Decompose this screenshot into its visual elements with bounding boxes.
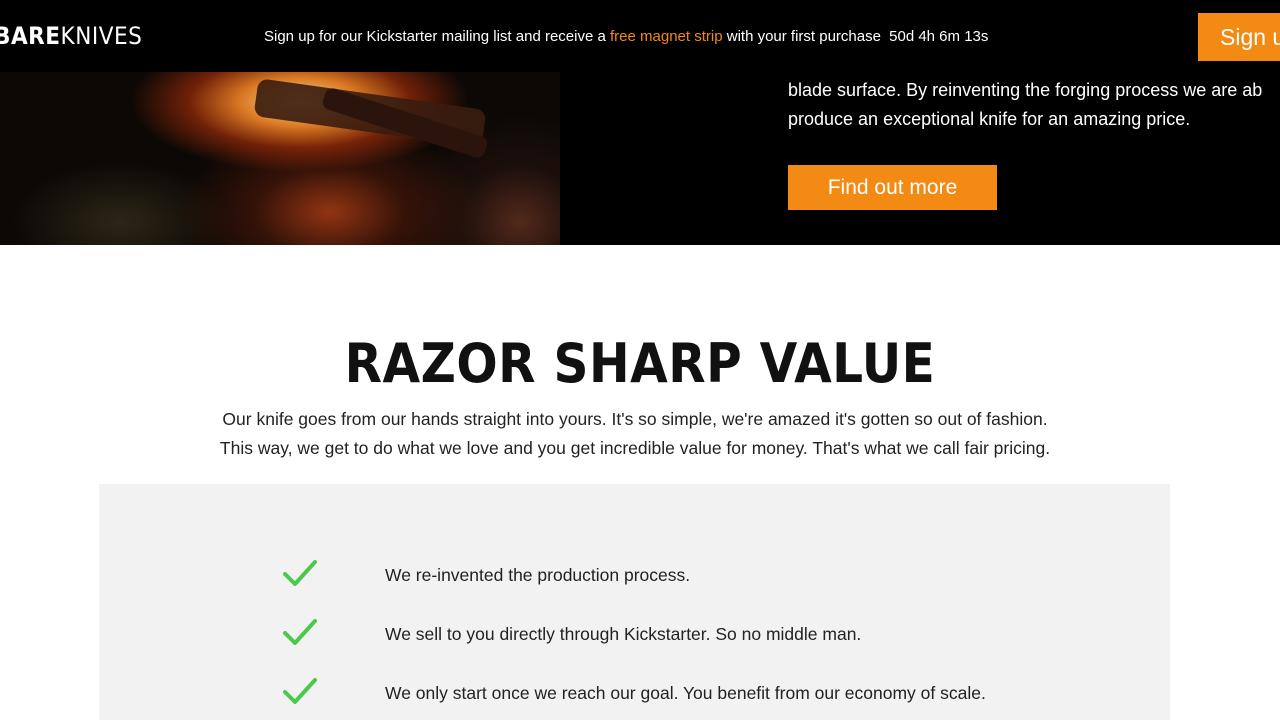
countdown-timer: 50d 4h 6m 13s [889,28,989,45]
benefit-item: We re-invented the production process. [99,555,1170,595]
promo-highlight: free magnet strip [610,28,723,45]
forge-photo [0,72,560,245]
benefits-panel: We re-invented the production process. W… [99,484,1170,720]
description-line-1: Our knife goes from our hands straight i… [222,409,1048,429]
hero-section: blade surface. By reinventing the forgin… [0,72,1280,245]
check-icon [283,560,317,586]
hero-text: blade surface. By reinventing the forgin… [788,76,1280,134]
promo-suffix: with your first purchase [722,28,881,45]
check-icon [283,678,317,704]
find-out-more-button[interactable]: Find out more [788,165,997,210]
check-icon [283,619,317,645]
benefit-text: We only start once we reach our goal. Yo… [385,683,986,703]
benefit-item: We only start once we reach our goal. Yo… [99,673,1170,713]
section-title: RAZOR SHARP VALUE [344,332,936,395]
description-line-2: This way, we get to do what we love and … [219,438,1051,458]
promo-prefix: Sign up for our Kickstarter mailing list… [264,28,610,45]
benefit-text: We sell to you directly through Kickstar… [385,624,862,644]
promo-banner: Sign up for our Kickstarter mailing list… [264,27,988,47]
logo-light: KNIVES [60,22,143,50]
benefit-text: We re-invented the production process. [385,565,691,585]
hero-text-line-1: blade surface. By reinventing the forgin… [788,80,1263,100]
sign-up-button[interactable]: Sign up [1198,13,1280,61]
top-bar: BAREKNIVES Sign up for our Kickstarter m… [0,0,1280,72]
hero-text-line-2: produce an exceptional knife for an amaz… [788,109,1191,129]
benefit-item: We sell to you directly through Kickstar… [99,614,1170,654]
section-description: Our knife goes from our hands straight i… [0,405,1270,463]
logo[interactable]: BAREKNIVES [0,20,142,52]
logo-bold: BARE [0,22,61,50]
